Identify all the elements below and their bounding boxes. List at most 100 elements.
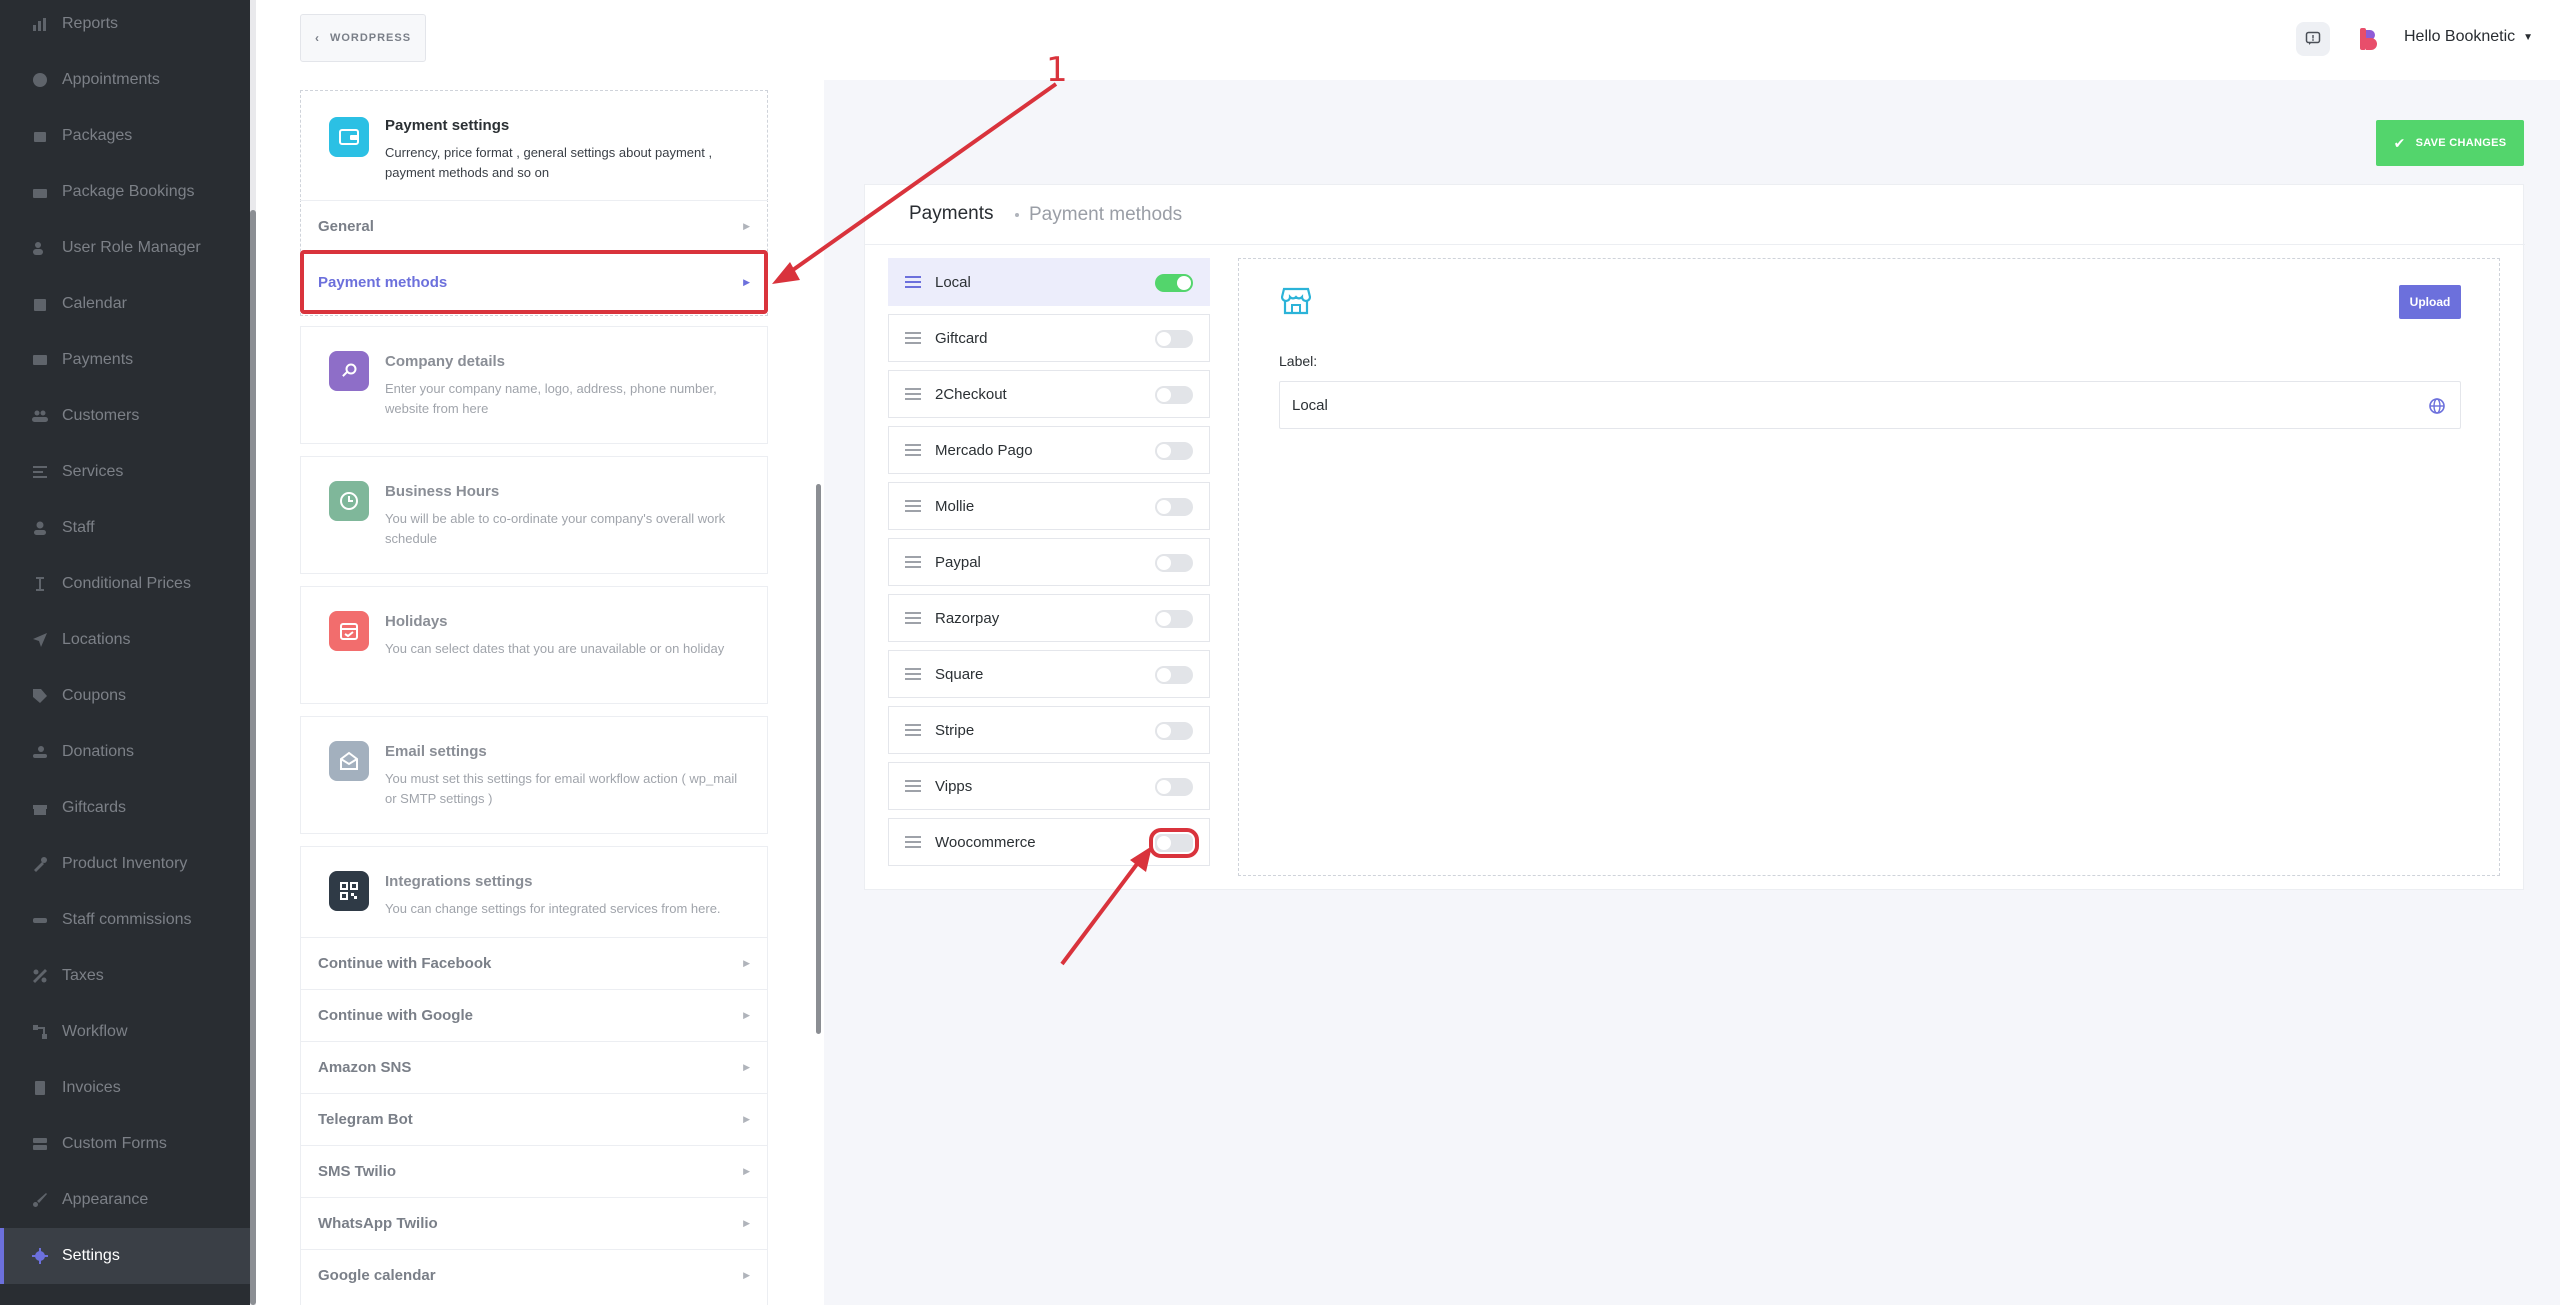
payment-method-razorpay[interactable]: Razorpay [888,594,1210,642]
payment-method-toggle[interactable] [1155,498,1193,516]
payment-method-2checkout[interactable]: 2Checkout [888,370,1210,418]
sidebar-item-conditional-prices[interactable]: Conditional Prices [0,556,250,612]
globe-icon[interactable] [2428,397,2446,415]
drag-handle-icon[interactable] [905,780,921,792]
sidebar-item-product-inventory[interactable]: Product Inventory [0,836,250,892]
qr-code-icon [329,871,369,911]
payment-method-name: Paypal [935,553,981,571]
sidebar-item-settings[interactable]: Settings [0,1228,250,1284]
sidebar-item-coupons[interactable]: Coupons [0,668,250,724]
sidebar-item-package-bookings[interactable]: Package Bookings [0,164,250,220]
payment-method-vipps[interactable]: Vipps [888,762,1210,810]
integration-sms-twilio[interactable]: SMS Twilio ▶ [300,1145,768,1197]
payment-settings-desc: Currency, price format , general setting… [385,145,713,180]
payment-method-mercado-pago[interactable]: Mercado Pago [888,426,1210,474]
drag-handle-icon[interactable] [905,556,921,568]
integration-google[interactable]: Continue with Google ▶ [300,989,768,1041]
payment-method-local[interactable]: Local [888,258,1210,306]
email-settings-card[interactable]: Email settings You must set this setting… [300,716,768,834]
integration-facebook[interactable]: Continue with Facebook ▶ [300,937,768,989]
payment-method-paypal[interactable]: Paypal [888,538,1210,586]
caret-right-icon: ▶ [743,1114,750,1124]
payment-method-toggle[interactable] [1155,442,1193,460]
payment-method-stripe[interactable]: Stripe [888,706,1210,754]
settings-sub-general-label: General [318,218,374,235]
sidebar-item-staff-commissions[interactable]: Staff commissions [0,892,250,948]
label-input[interactable]: Local [1279,381,2461,429]
save-changes-label: SAVE CHANGES [2415,137,2507,149]
annotation-number: 1 [1046,50,1068,90]
integration-google-calendar[interactable]: Google calendar ▶ [300,1249,768,1301]
sidebar-item-user-role-manager[interactable]: User Role Manager [0,220,250,276]
upload-button[interactable]: Upload [2399,285,2461,319]
drag-handle-icon[interactable] [905,836,921,848]
sidebar-item-services[interactable]: Services [0,444,250,500]
user-menu[interactable]: Hello Booknetic ▼ [2404,28,2533,46]
wordpress-label: WORDPRESS [329,32,412,44]
sidebar-item-custom-forms[interactable]: Custom Forms [0,1116,250,1172]
percent-icon [32,968,48,984]
sidebar: Reports Appointments Packages Package Bo… [0,0,256,1305]
drag-handle-icon[interactable] [905,668,921,680]
payment-method-toggle[interactable] [1155,330,1193,348]
payment-method-toggle[interactable] [1155,274,1193,292]
sidebar-item-payments[interactable]: Payments [0,332,250,388]
integration-telegram-bot[interactable]: Telegram Bot ▶ [300,1093,768,1145]
sidebar-item-label: Workflow [62,1023,128,1040]
payment-method-giftcard[interactable]: Giftcard [888,314,1210,362]
payment-method-mollie[interactable]: Mollie [888,482,1210,530]
sidebar-item-packages[interactable]: Packages [0,108,250,164]
sidebar-item-locations[interactable]: Locations [0,612,250,668]
drag-handle-icon[interactable] [905,500,921,512]
payment-method-toggle[interactable] [1155,554,1193,572]
settings-sub-payment-methods[interactable]: Payment methods ▶ [300,250,768,314]
sidebar-item-taxes[interactable]: Taxes [0,948,250,1004]
payment-method-square[interactable]: Square [888,650,1210,698]
save-changes-button[interactable]: ✔ SAVE CHANGES [2376,120,2524,166]
sidebar-item-customers[interactable]: Customers [0,388,250,444]
sidebar-item-calendar[interactable]: Calendar [0,276,250,332]
settings-panel-scrollbar-thumb[interactable] [816,484,821,1034]
business-hours-title: Business Hours [385,483,500,500]
payment-method-name: Vipps [935,777,973,795]
holidays-card[interactable]: Holidays You can select dates that you a… [300,586,768,704]
integration-amazon-sns[interactable]: Amazon SNS ▶ [300,1041,768,1093]
payments-header: Payments Payment methods [865,185,2525,245]
company-details-card[interactable]: Company details Enter your company name,… [300,326,768,444]
settings-sub-general[interactable]: General ▶ [300,200,768,252]
users-icon [32,408,48,424]
caret-right-icon: ▶ [743,276,750,287]
payment-method-woocommerce[interactable]: Woocommerce [888,818,1210,866]
chevron-down-icon: ▼ [2523,31,2534,43]
payment-method-toggle[interactable] [1155,666,1193,684]
drag-handle-icon[interactable] [905,724,921,736]
sidebar-item-giftcards[interactable]: Giftcards [0,780,250,836]
payment-method-toggle[interactable] [1155,722,1193,740]
drag-handle-icon[interactable] [905,388,921,400]
drag-handle-icon[interactable] [905,612,921,624]
integration-whatsapp-twilio[interactable]: WhatsApp Twilio ▶ [300,1197,768,1249]
drag-handle-icon[interactable] [905,444,921,456]
drag-handle-icon[interactable] [905,332,921,344]
sidebar-item-label: Product Inventory [62,855,188,872]
user-greeting: Hello Booknetic [2404,28,2516,45]
gear-icon [32,1248,48,1264]
business-hours-card[interactable]: Business Hours You will be able to co-or… [300,456,768,574]
payment-method-toggle[interactable] [1149,828,1199,858]
drag-handle-icon[interactable] [905,276,921,288]
sidebar-item-staff[interactable]: Staff [0,500,250,556]
sidebar-item-appointments[interactable]: Appointments [0,52,250,108]
sidebar-item-invoices[interactable]: Invoices [0,1060,250,1116]
sidebar-item-label: Appearance [62,1191,149,1208]
payment-method-toggle[interactable] [1155,778,1193,796]
help-button[interactable] [2296,22,2330,56]
payment-method-toggle[interactable] [1155,610,1193,628]
payment-method-toggle[interactable] [1155,386,1193,404]
sidebar-item-label: Packages [62,127,133,144]
sidebar-item-label: Custom Forms [62,1135,167,1152]
wordpress-back-button[interactable]: ‹ WORDPRESS [300,14,426,62]
sidebar-item-workflow[interactable]: Workflow [0,1004,250,1060]
sidebar-item-appearance[interactable]: Appearance [0,1172,250,1228]
sidebar-item-donations[interactable]: Donations [0,724,250,780]
sidebar-item-reports[interactable]: Reports [0,0,250,52]
